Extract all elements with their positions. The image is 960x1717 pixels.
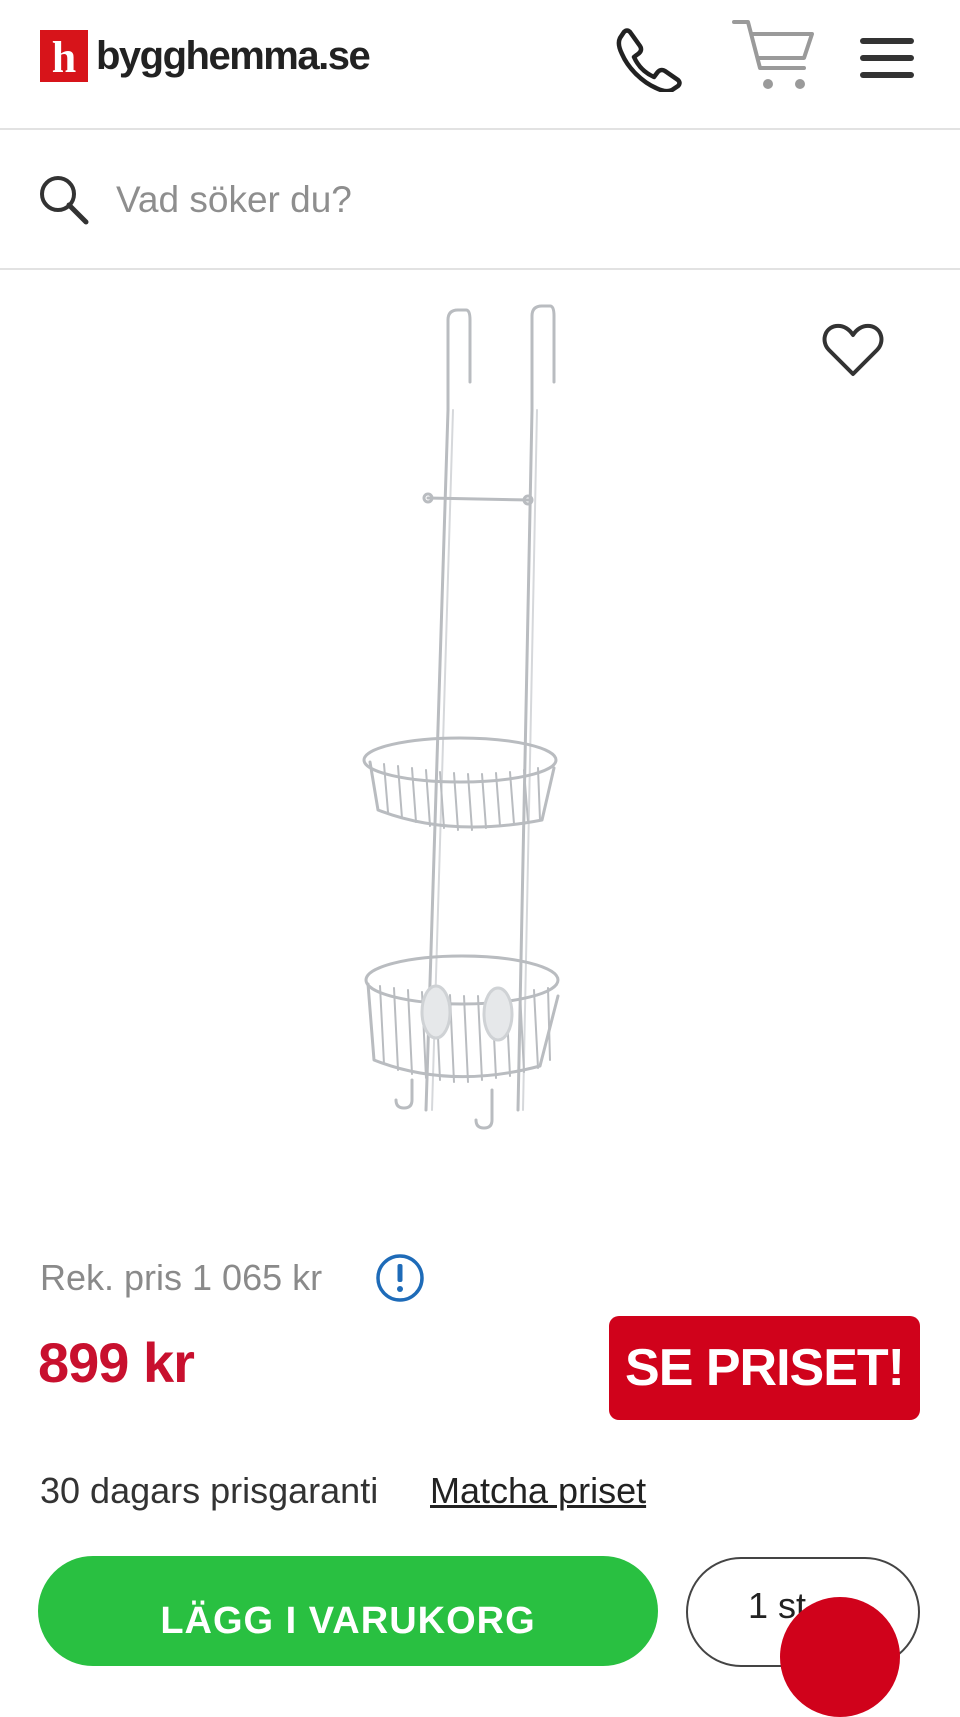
logo-mark: h [40,30,88,82]
search-input[interactable] [116,170,876,230]
match-price-link[interactable]: Matcha priset [430,1470,646,1512]
price-guarantee-text: 30 dagars prisgaranti [40,1470,379,1511]
add-to-cart-button[interactable]: LÄGG I VARUKORG [38,1556,658,1666]
search-bar [0,130,960,270]
info-icon[interactable] [374,1252,426,1304]
recommended-price: Rek. pris 1 065 kr [40,1257,323,1298]
shower-caddy-image [362,304,560,1130]
hamburger-menu-icon[interactable] [860,36,914,80]
logo-text: bygghemma.se [96,33,371,78]
site-logo[interactable]: h bygghemma.se [40,30,371,82]
phone-icon[interactable] [612,26,684,92]
see-price-button[interactable]: SE PRISET! [609,1316,920,1420]
chat-bubble-icon[interactable] [780,1597,900,1717]
current-price: 899 kr [38,1331,195,1394]
cart-icon[interactable] [732,18,816,94]
heart-icon[interactable] [822,322,884,378]
site-header: h bygghemma.se [0,0,960,130]
search-icon[interactable] [38,174,90,226]
